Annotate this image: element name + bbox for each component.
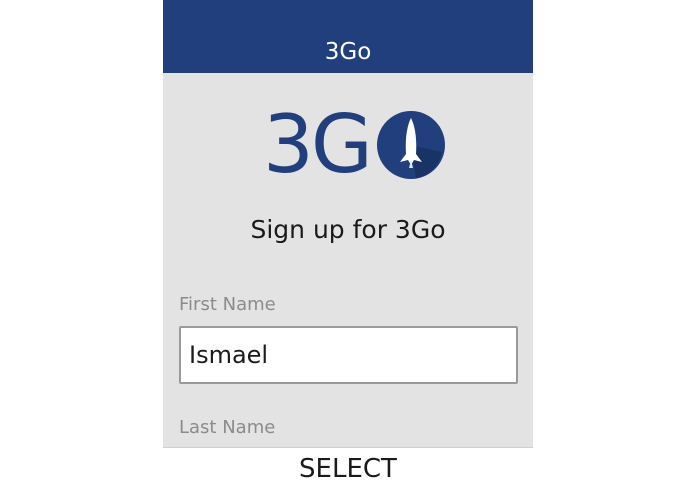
last-name-label: Last Name: [179, 417, 276, 438]
app-logo: 3G: [263, 104, 453, 186]
signup-title: Sign up for 3Go: [250, 215, 446, 244]
select-softkey-label: SELECT: [299, 454, 397, 484]
phone-screen: 3Go 3G Sign up for 3Go First Name Last N…: [163, 0, 533, 494]
logo-wordmark: 3G: [263, 98, 373, 191]
app-title: 3Go: [324, 39, 372, 65]
first-name-field[interactable]: [179, 326, 518, 384]
app-header: 3Go: [163, 0, 533, 73]
first-name-label: First Name: [179, 294, 276, 315]
select-softkey[interactable]: SELECT: [163, 447, 533, 494]
rocket-icon: [377, 111, 445, 179]
